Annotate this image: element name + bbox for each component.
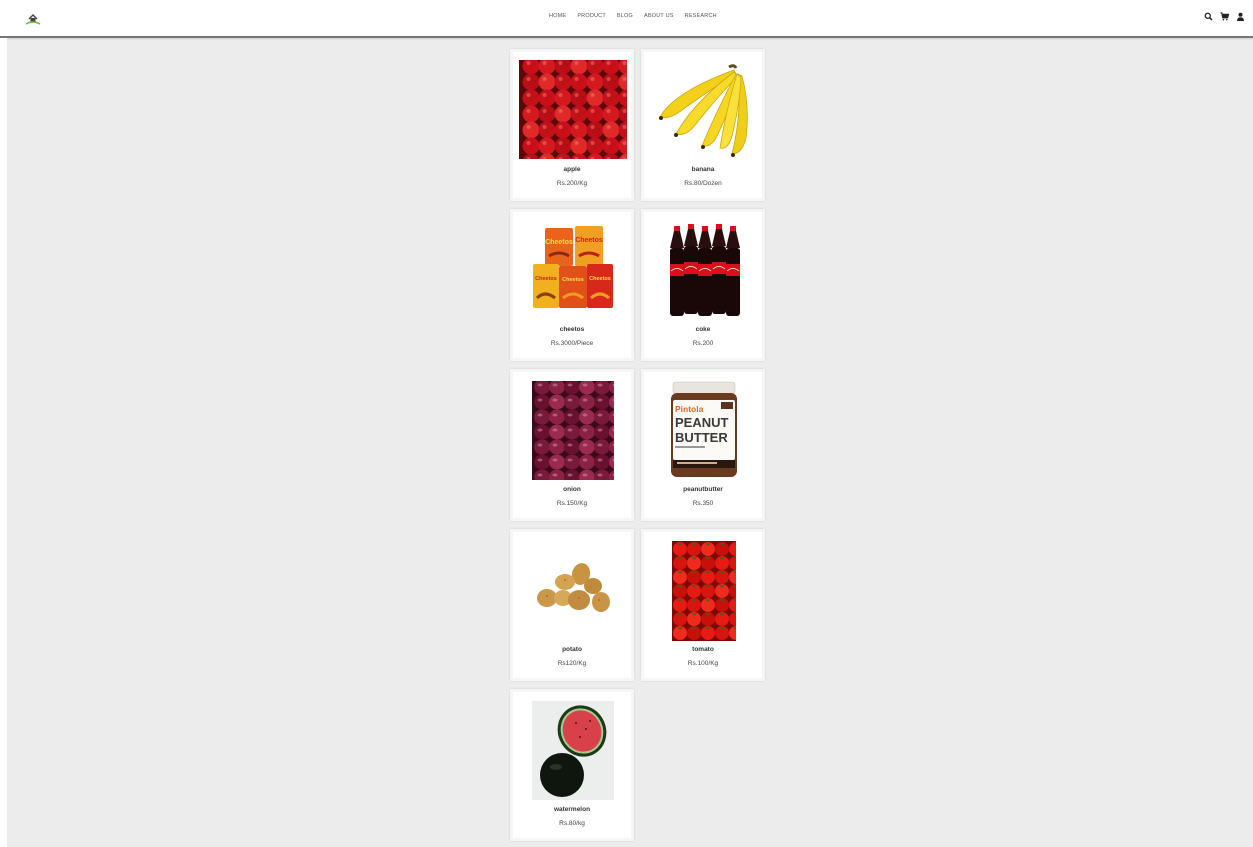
- jar-line2-text: BUTTER: [675, 430, 728, 445]
- product-price: Rs.200/Kg: [556, 180, 588, 187]
- product-image-banana: [654, 62, 754, 159]
- product-card-peanutbutter[interactable]: Pintola PEANUT BUTTER peanutbutter Rs.35…: [641, 369, 765, 521]
- product-image-onion: [532, 381, 614, 480]
- product-name: coke: [695, 326, 711, 333]
- product-image-apple: [519, 60, 627, 159]
- svg-text:Cheetos: Cheetos: [589, 276, 611, 282]
- top-navigation-bar: HOME PRODUCT BLOG ABOUT US RESEARCH: [0, 0, 1253, 38]
- nav-product[interactable]: PRODUCT: [577, 13, 606, 19]
- svg-text:Cheetos: Cheetos: [562, 277, 584, 283]
- logo-icon[interactable]: [24, 10, 42, 26]
- product-image-peanutbutter: Pintola PEANUT BUTTER: [669, 380, 739, 480]
- product-price: Rs120/Kg: [557, 660, 587, 667]
- product-price: Rs.150/Kg: [556, 500, 588, 507]
- product-price: Rs.3000/Piece: [550, 340, 594, 347]
- nav-home[interactable]: HOME: [549, 13, 566, 19]
- product-name: onion: [563, 486, 581, 493]
- svg-text:Cheetos: Cheetos: [535, 276, 557, 282]
- nav-blog[interactable]: BLOG: [617, 13, 633, 19]
- product-name: potato: [562, 646, 582, 653]
- cart-icon[interactable]: [1220, 12, 1229, 21]
- product-price: Rs.350: [692, 500, 714, 507]
- svg-text:Cheetos: Cheetos: [575, 237, 603, 244]
- jar-line1-text: PEANUT: [675, 415, 729, 430]
- product-card-onion[interactable]: onion Rs.150/Kg: [510, 369, 634, 521]
- product-price: Rs.200: [692, 340, 714, 347]
- product-card-apple[interactable]: apple Rs.200/Kg: [510, 49, 634, 201]
- product-price: Rs.80/kg: [559, 820, 585, 827]
- svg-text:Cheetos: Cheetos: [545, 239, 573, 246]
- user-icon[interactable]: [1236, 12, 1245, 21]
- product-image-coke: [666, 224, 742, 316]
- product-card-banana[interactable]: banana Rs.80/Dozen: [641, 49, 765, 201]
- nav-research[interactable]: RESEARCH: [685, 13, 717, 19]
- product-name: apple: [563, 166, 581, 173]
- product-card-cheetos[interactable]: Cheetos Cheetos Cheetos Cheetos Cheetos …: [510, 209, 634, 361]
- product-price: Rs.100/Kg: [687, 660, 719, 667]
- nav-about-us[interactable]: ABOUT US: [644, 13, 674, 19]
- header-icons: [1204, 12, 1245, 21]
- product-card-tomato[interactable]: tomato Rs.100/Kg: [641, 529, 765, 681]
- product-name: cheetos: [559, 326, 585, 333]
- search-icon[interactable]: [1204, 12, 1213, 21]
- product-image-tomato: [672, 541, 736, 641]
- product-name: watermelon: [553, 806, 591, 813]
- product-card-watermelon[interactable]: watermelon Rs.80/kg: [510, 689, 634, 841]
- product-name: banana: [691, 166, 715, 173]
- product-image-cheetos: Cheetos Cheetos Cheetos Cheetos Cheetos: [531, 224, 615, 312]
- product-name: tomato: [692, 646, 714, 653]
- product-price: Rs.80/Dozen: [684, 180, 722, 187]
- main-nav: HOME PRODUCT BLOG ABOUT US RESEARCH: [549, 13, 717, 19]
- product-card-coke[interactable]: coke Rs.200: [641, 209, 765, 361]
- product-image-potato: [535, 562, 613, 618]
- jar-brand-text: Pintola: [675, 404, 704, 414]
- product-card-potato[interactable]: potato Rs120/Kg: [510, 529, 634, 681]
- product-name: peanutbutter: [683, 486, 723, 493]
- left-edge: [0, 38, 7, 847]
- product-image-watermelon: [532, 701, 614, 800]
